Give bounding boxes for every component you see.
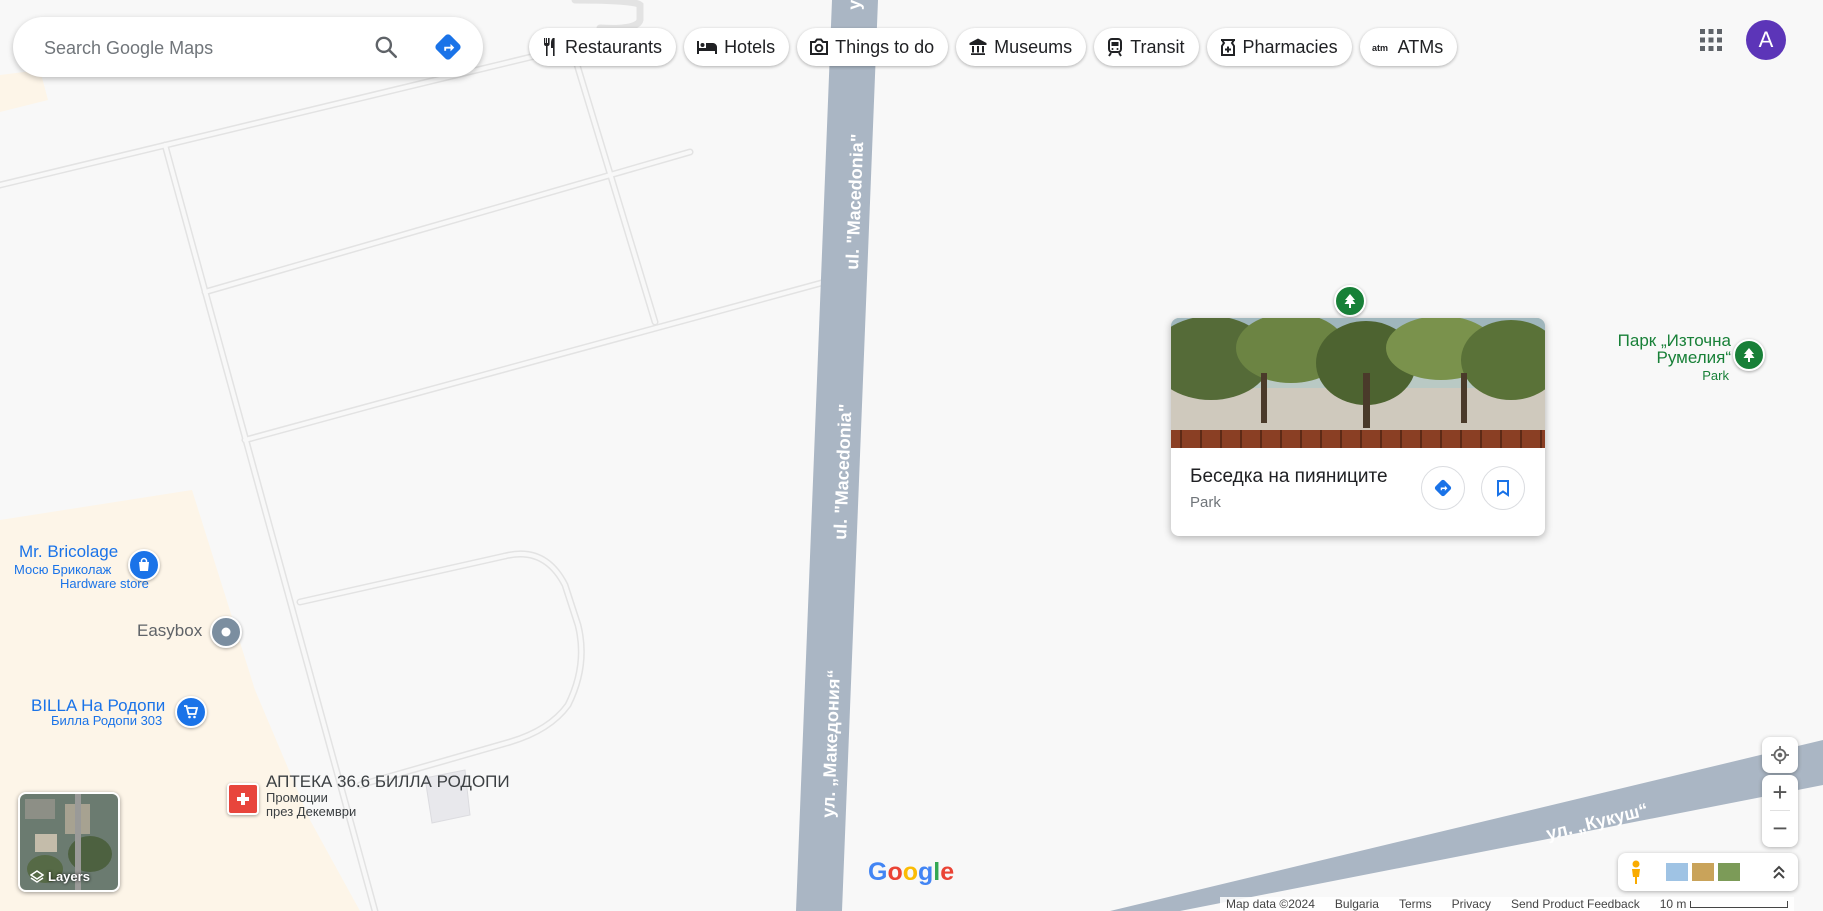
tree-icon: [1344, 294, 1356, 308]
zoom-control: + −: [1762, 775, 1798, 847]
pharmacy-icon: [237, 793, 249, 805]
country-link[interactable]: Bulgaria: [1335, 897, 1379, 911]
bed-icon: [697, 41, 718, 54]
shopping-cart-icon: [184, 705, 199, 719]
camera-icon: [810, 38, 829, 55]
place-category: Park: [1190, 494, 1221, 511]
street-view-pegman[interactable]: [1622, 858, 1650, 886]
directions-button[interactable]: [430, 29, 466, 65]
my-location-icon: [1771, 746, 1789, 764]
svg-text:atm: atm: [1372, 43, 1388, 53]
chip-label: Transit: [1130, 36, 1185, 57]
tree-icon: [1743, 348, 1755, 362]
layers-label: Layers: [48, 869, 90, 884]
chevron-double-up-icon: [1773, 865, 1785, 879]
chip-restaurants[interactable]: Restaurants: [529, 28, 677, 66]
apps-grid-icon: [1700, 29, 1722, 51]
shopping-bag-icon: [139, 557, 149, 571]
chip-label: Restaurants: [565, 36, 663, 57]
expand-button[interactable]: [1768, 861, 1790, 883]
fork-knife-icon: [544, 38, 555, 56]
dot-icon: [221, 627, 231, 637]
poi-line1-pharmacy: Промоции: [266, 790, 328, 805]
chip-transit[interactable]: Transit: [1094, 28, 1199, 66]
chip-label: Things to do: [835, 36, 935, 57]
train-icon: [1108, 38, 1123, 57]
scale-bar[interactable]: 10 m: [1660, 897, 1789, 911]
directions-icon: [1434, 479, 1452, 497]
my-location-button[interactable]: [1762, 737, 1798, 773]
chip-label: Museums: [994, 36, 1073, 57]
account-avatar[interactable]: A: [1746, 20, 1786, 60]
atm-icon: atm: [1372, 43, 1388, 53]
poi-pin-park[interactable]: [1733, 339, 1765, 371]
pharmacy-icon: [1220, 39, 1235, 56]
layers-label-group: Layers: [30, 869, 90, 884]
selected-place-pin[interactable]: [1334, 285, 1366, 317]
chip-label: Pharmacies: [1242, 36, 1338, 57]
directions-icon: [435, 34, 461, 60]
category-chips: Restaurants Hotels Things to do Museums …: [529, 28, 1458, 66]
poi-altname-bricolage: Мосю Бриколаж: [14, 562, 112, 577]
terms-link[interactable]: Terms: [1399, 897, 1432, 911]
chip-hotels[interactable]: Hotels: [684, 28, 790, 66]
place-photo[interactable]: [1171, 318, 1545, 448]
layers-button[interactable]: Layers: [18, 792, 120, 892]
chip-label: ATMs: [1397, 36, 1444, 57]
place-directions-button[interactable]: [1421, 466, 1465, 510]
google-logo: Google: [868, 858, 955, 886]
bookmark-icon: [1497, 480, 1509, 497]
layer-thumb-3[interactable]: [1718, 863, 1740, 881]
pegman-icon: [1632, 860, 1640, 884]
chip-things-to-do[interactable]: Things to do: [797, 28, 949, 66]
zoom-in-button[interactable]: +: [1762, 775, 1798, 810]
search-input[interactable]: [42, 17, 366, 79]
poi-name-bricolage[interactable]: Mr. Bricolage: [19, 542, 118, 562]
layers-icon: [30, 869, 44, 883]
layer-thumb-1[interactable]: [1666, 863, 1688, 881]
museum-icon: [969, 38, 987, 55]
poi-subtitle-billa: Билла Родопи 303: [51, 713, 163, 728]
poi-pin-bricolage[interactable]: [128, 549, 160, 581]
place-name: Беседка на пияниците: [1190, 466, 1388, 487]
google-apps-button[interactable]: [1697, 26, 1725, 54]
poi-pin-billa[interactable]: [175, 696, 207, 728]
search-button[interactable]: [368, 29, 404, 65]
chip-label: Hotels: [724, 36, 776, 57]
poi-pin-easybox[interactable]: [210, 616, 242, 648]
map-footer: Map data ©2024 Bulgaria Terms Privacy Se…: [1220, 897, 1795, 911]
poi-line2-pharmacy: през Декември: [266, 804, 357, 819]
chip-atms[interactable]: atm ATMs: [1359, 28, 1458, 66]
road-label: у: [844, 0, 864, 10]
privacy-link[interactable]: Privacy: [1452, 897, 1491, 911]
place-card[interactable]: Беседка на пияниците Park: [1171, 318, 1545, 536]
poi-name-park-line2[interactable]: Румелия“: [1656, 348, 1731, 368]
zoom-out-button[interactable]: −: [1762, 811, 1798, 846]
bottom-controls-strip: [1618, 853, 1798, 891]
poi-name-easybox[interactable]: Easybox: [137, 621, 202, 641]
scale-label: 10 m: [1659, 897, 1687, 911]
chip-pharmacies[interactable]: Pharmacies: [1206, 28, 1352, 66]
search-icon: [375, 36, 398, 59]
poi-category-park: Park: [1702, 368, 1729, 383]
scale-line: [1690, 900, 1789, 908]
place-save-button[interactable]: [1481, 466, 1525, 510]
feedback-link[interactable]: Send Product Feedback: [1511, 897, 1640, 911]
map-data-attribution: Map data ©2024: [1226, 897, 1315, 911]
layer-thumb-2[interactable]: [1692, 863, 1714, 881]
poi-name-pharmacy[interactable]: АПТЕКА 36.6 БИЛЛА РОДОПИ: [266, 772, 510, 792]
search-box: [13, 17, 483, 79]
chip-museums[interactable]: Museums: [956, 28, 1087, 66]
poi-pin-pharmacy[interactable]: [227, 783, 259, 815]
